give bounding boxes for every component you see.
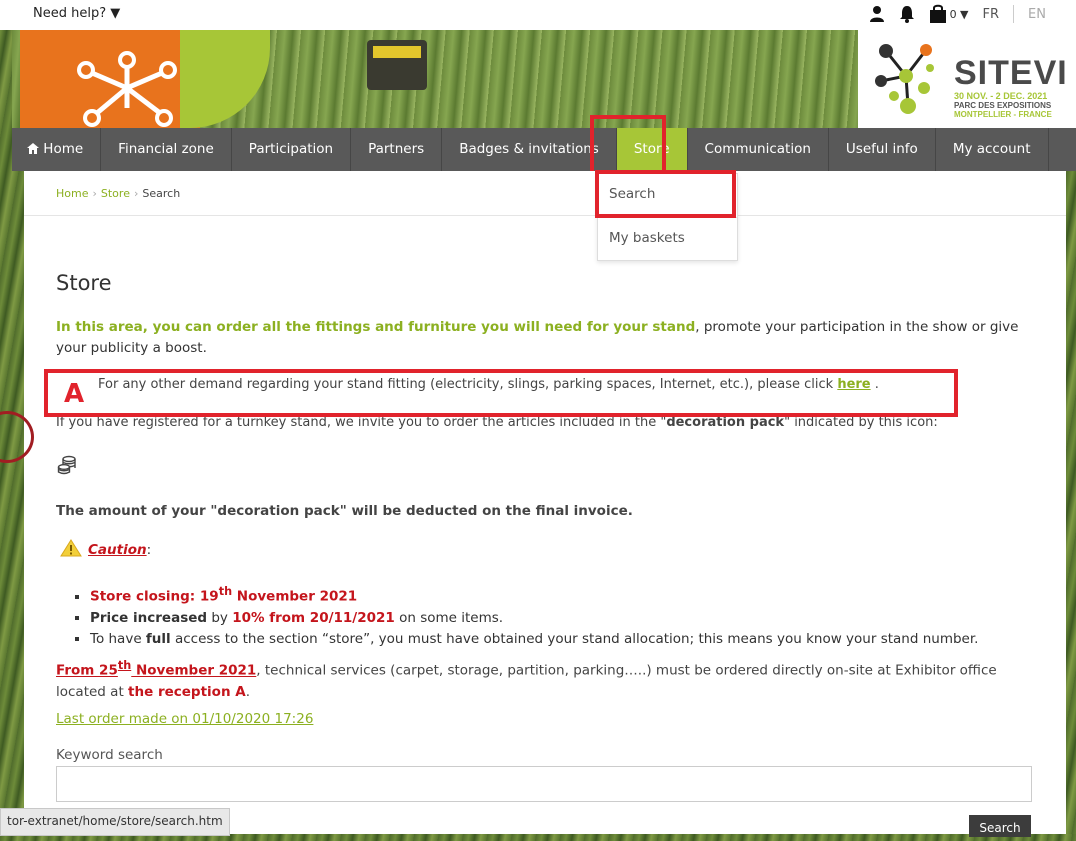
store-closing-sup: th <box>218 585 233 598</box>
nav-partners[interactable]: Partners <box>351 128 443 171</box>
access-pre: To have <box>90 630 146 647</box>
store-highlight-box <box>590 115 666 175</box>
nav-useful-info[interactable]: Useful info <box>829 128 936 171</box>
annotation-letter: A <box>64 379 85 409</box>
top-right-tools: 0 ▼ FR EN <box>869 4 1046 24</box>
nav-communication[interactable]: Communication <box>688 128 829 171</box>
need-help-menu[interactable]: Need help? ▼ <box>33 6 120 21</box>
bell-icon[interactable] <box>899 5 915 23</box>
search-highlight-box <box>595 170 736 218</box>
list-item: To have full access to the section “stor… <box>90 629 978 650</box>
here-link[interactable]: here <box>837 377 870 392</box>
sitevi-dates: 30 NOV. - 2 DEC. 2021 PARC DES EXPOSITIO… <box>954 91 1052 120</box>
nav-home-label: Home <box>43 141 84 157</box>
header-banner: SITEVI 30 NOV. - 2 DEC. 2021 PARC DES EX… <box>12 30 1076 128</box>
breadcrumb-divider <box>24 215 1066 216</box>
sitevi-logo-mark-icon <box>875 44 934 114</box>
other-demand-text: For any other demand regarding your stan… <box>98 377 879 392</box>
from-date-a: From 25 <box>56 662 118 679</box>
lang-en[interactable]: EN <box>1028 7 1046 22</box>
breadcrumb-separator: › <box>92 187 97 200</box>
list-item: Store closing: 19th November 2021 <box>90 581 978 608</box>
keyword-search-input[interactable] <box>56 766 1032 802</box>
price-increase-value: 10% from 20/11/2021 <box>232 609 395 626</box>
price-increased-label: Price increased <box>90 609 208 626</box>
sitevi-logo[interactable]: SITEVI 30 NOV. - 2 DEC. 2021 PARC DES EX… <box>858 30 1076 128</box>
nav-participation[interactable]: Participation <box>232 128 352 171</box>
coins-stack-icon <box>57 455 77 479</box>
price-by: by <box>207 609 233 626</box>
annotation-box-a: A For any other demand regarding your st… <box>44 369 958 417</box>
breadcrumb-store[interactable]: Store <box>101 187 130 200</box>
onsite-notice: From 25th November 2021, technical servi… <box>56 655 1036 703</box>
show-city: MONTPELLIER - FRANCE <box>954 110 1052 119</box>
main-content: Home › Store › Search Search My baskets Stor… <box>24 170 1066 837</box>
list-item: Price increased by 10% from 20/11/2021 o… <box>90 608 978 629</box>
intro-text: In this area, you can order all the fitt… <box>56 317 1036 359</box>
breadcrumb-home[interactable]: Home <box>56 187 88 200</box>
cart[interactable]: 0 ▼ <box>929 4 969 24</box>
nav-home[interactable]: Home <box>12 128 102 171</box>
turnkey-pre: If you have registered for a turnkey sta… <box>56 417 667 430</box>
breadcrumb-separator: › <box>133 187 139 200</box>
caution-heading: Caution: <box>60 539 151 561</box>
main-nav: Home Financial zone Participation Partne… <box>12 128 1076 171</box>
last-order-link[interactable]: Last order made on 01/10/2020 17:26 <box>56 711 313 727</box>
nav-financial-zone[interactable]: Financial zone <box>101 128 232 171</box>
store-closing-text: Store closing: 19 <box>90 588 219 605</box>
breadcrumb: Home › Store › Search <box>56 187 180 200</box>
top-bar: Need help? ▼ 0 ▼ FR EN <box>0 0 1076 30</box>
turnkey-text: If you have registered for a turnkey sta… <box>56 417 956 431</box>
show-dates: 30 NOV. - 2 DEC. 2021 <box>954 91 1048 101</box>
store-closing-date: November 2021 <box>232 588 358 605</box>
sitevi-logo-text: SITEVI <box>954 54 1068 92</box>
from-date-b: November 2021 <box>131 662 257 679</box>
nav-my-account[interactable]: My account <box>936 128 1049 171</box>
lang-divider <box>1013 5 1015 23</box>
onsite-end: . <box>245 683 250 700</box>
caution-list: Store closing: 19th November 2021 Price … <box>72 581 978 650</box>
caution-label: Caution <box>88 542 147 558</box>
intro-bold: In this area, you can order all the fitt… <box>56 319 696 335</box>
show-venue: PARC DES EXPOSITIONS <box>954 101 1052 110</box>
turnkey-post: " indicated by this icon: <box>784 417 938 430</box>
status-bar-url: tor-extranet/home/store/search.htm <box>0 808 230 836</box>
deduct-text: The amount of your "decoration pack" wil… <box>56 503 633 519</box>
keyword-search-label: Keyword search <box>56 747 163 763</box>
other-demand-label: For any other demand regarding your stan… <box>98 377 834 392</box>
reception-a: the reception A <box>128 683 246 700</box>
cart-count: 0 ▼ <box>949 7 969 21</box>
grape-harvester-image <box>367 40 427 90</box>
shopping-bag-icon <box>929 4 947 24</box>
access-rest: access to the section “store”, you must … <box>170 630 979 647</box>
user-icon[interactable] <box>869 5 885 23</box>
banner-green-shape <box>180 30 270 128</box>
lang-fr[interactable]: FR <box>983 7 1000 22</box>
access-full: full <box>145 630 171 647</box>
home-icon <box>27 141 43 157</box>
breadcrumb-current: Search <box>142 187 181 200</box>
menu-item-my-baskets[interactable]: My baskets <box>598 218 737 261</box>
price-rest: on some items. <box>394 609 504 626</box>
turnkey-bold: decoration pack <box>666 417 785 430</box>
network-graphic-icon <box>77 51 177 127</box>
from-date-sup: th <box>117 659 132 672</box>
page-title: Store <box>56 271 112 295</box>
warning-icon <box>60 539 82 561</box>
